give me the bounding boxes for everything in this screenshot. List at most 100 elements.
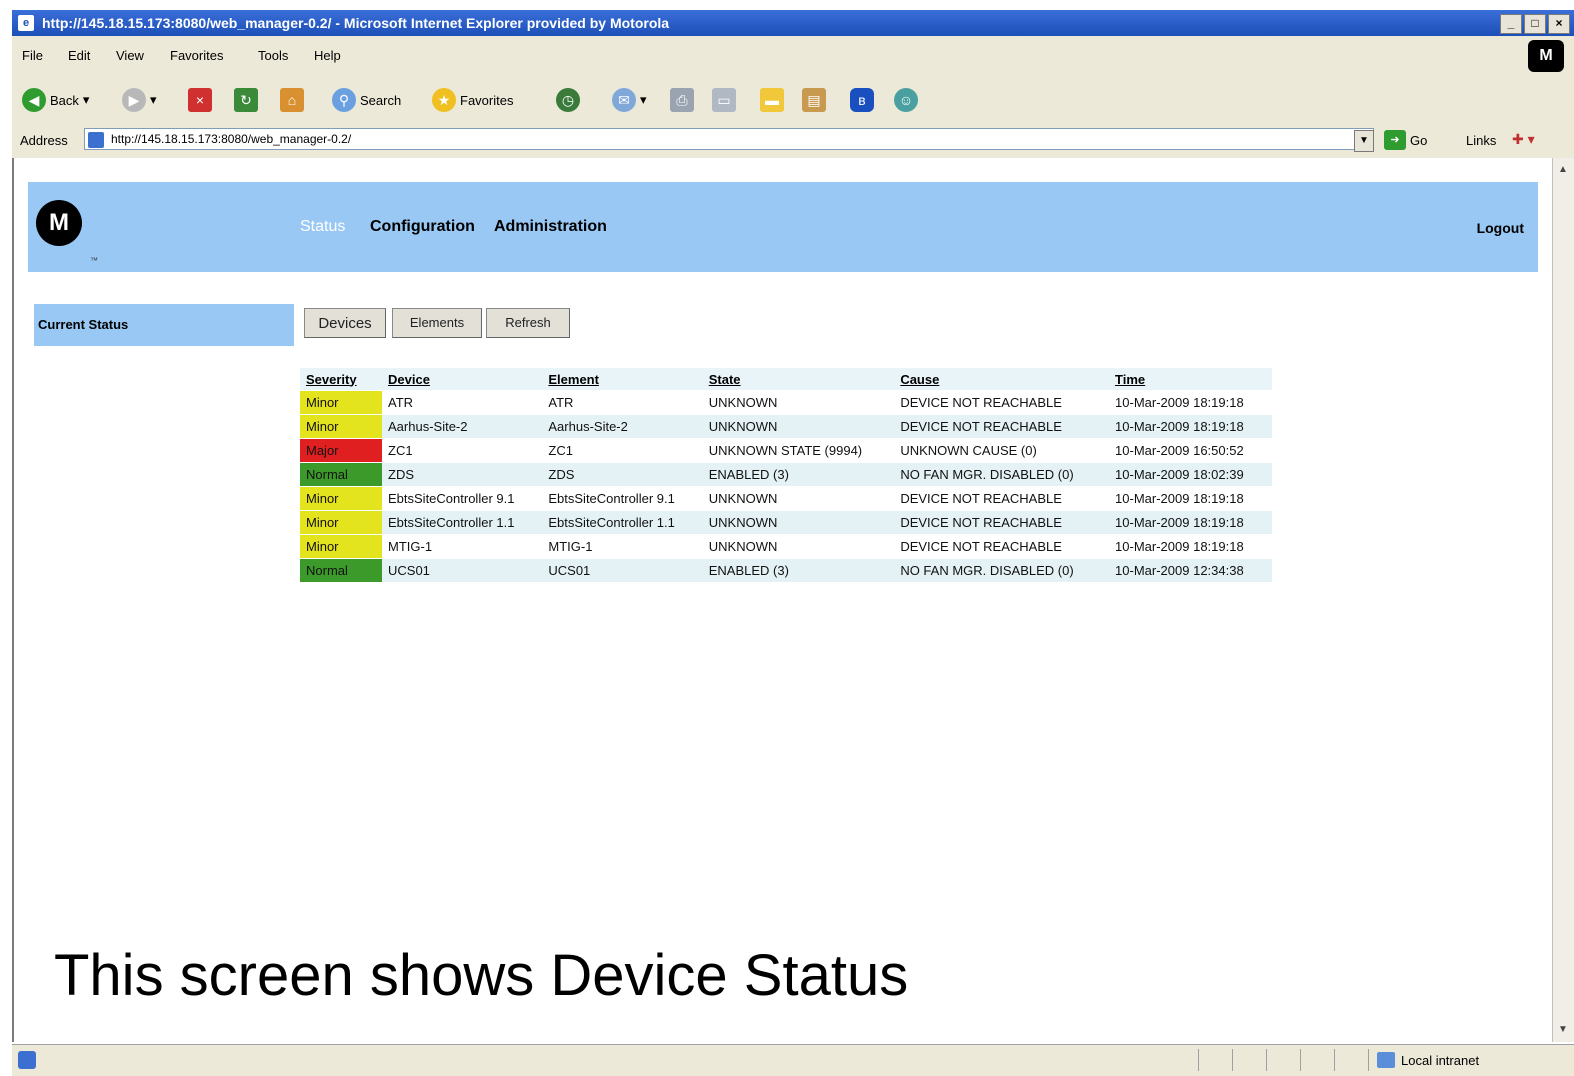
- cell-state: UNKNOWN: [702, 414, 895, 439]
- status-pane: [1266, 1049, 1297, 1071]
- back-button[interactable]: ◀ Back ▾: [22, 86, 89, 114]
- messenger-icon: ☺: [894, 88, 918, 112]
- cell-cause: DEVICE NOT REACHABLE: [894, 390, 1110, 415]
- cell-device: ZDS: [382, 462, 543, 487]
- cell-element: ZC1: [542, 438, 703, 463]
- app-header: M ™ Status Configuration Administration …: [28, 182, 1538, 272]
- cell-element: ATR: [542, 390, 703, 415]
- cell-cause: DEVICE NOT REACHABLE: [894, 534, 1110, 559]
- search-icon: ⚲: [332, 88, 356, 112]
- history-button[interactable]: ◷: [556, 86, 580, 114]
- cell-device: ZC1: [382, 438, 543, 463]
- motorola-brand-icon: M: [1528, 40, 1564, 72]
- folder-button[interactable]: ▬: [760, 86, 784, 114]
- research-button[interactable]: ▤: [802, 86, 826, 114]
- scroll-up-icon[interactable]: ▲: [1555, 162, 1571, 178]
- cell-severity: Minor: [300, 414, 382, 439]
- cell-element: MTIG-1: [542, 534, 703, 559]
- cell-device: EbtsSiteController 1.1: [382, 510, 543, 535]
- cell-severity: Minor: [300, 390, 382, 415]
- print-icon: ⎙: [670, 88, 694, 112]
- menu-tools[interactable]: Tools: [258, 48, 288, 63]
- edit-button[interactable]: ▭: [712, 86, 736, 114]
- research-icon: ▤: [802, 88, 826, 112]
- search-button[interactable]: ⚲ Search: [332, 86, 401, 114]
- go-arrow-icon: ➜: [1384, 130, 1406, 150]
- cell-time: 10-Mar-2009 18:19:18: [1109, 390, 1272, 415]
- cell-device: UCS01: [382, 558, 543, 582]
- window-title: http://145.18.15.173:8080/web_manager-0.…: [42, 15, 670, 31]
- logout-link[interactable]: Logout: [1477, 220, 1524, 236]
- elements-button[interactable]: Elements: [392, 308, 482, 338]
- folder-icon: ▬: [760, 88, 784, 112]
- maximize-button[interactable]: □: [1524, 14, 1546, 34]
- cell-severity: Minor: [300, 486, 382, 511]
- column-header-time[interactable]: Time: [1109, 368, 1272, 391]
- cell-time: 10-Mar-2009 12:34:38: [1109, 558, 1272, 582]
- nav-administration[interactable]: Administration: [494, 218, 607, 236]
- forward-dropdown-icon: ▾: [150, 92, 157, 107]
- column-header-cause[interactable]: Cause: [894, 368, 1109, 391]
- cell-cause: NO FAN MGR. DISABLED (0): [894, 558, 1110, 582]
- stop-button[interactable]: ×: [188, 86, 212, 114]
- cell-device: MTIG-1: [382, 534, 543, 559]
- column-header-device[interactable]: Device: [382, 368, 542, 391]
- column-header-element[interactable]: Element: [542, 368, 702, 391]
- vertical-scrollbar[interactable]: ▲ ▼: [1552, 158, 1574, 1042]
- bluetooth-button[interactable]: ʙ: [850, 86, 874, 114]
- menu-help[interactable]: Help: [314, 48, 341, 63]
- menu-favorites[interactable]: Favorites: [170, 48, 223, 63]
- address-input[interactable]: [84, 128, 1374, 150]
- cell-state: UNKNOWN: [702, 510, 895, 535]
- column-header-state[interactable]: State: [703, 368, 895, 391]
- security-zone: Local intranet: [1368, 1049, 1479, 1071]
- table-row: Normal ZDS ZDS ENABLED (3) NO FAN MGR. DISAB…: [300, 462, 1272, 487]
- menu-edit[interactable]: Edit: [68, 48, 90, 63]
- nav-status[interactable]: Status: [300, 218, 345, 236]
- cell-time: 10-Mar-2009 18:19:18: [1109, 534, 1272, 559]
- home-button[interactable]: ⌂: [280, 86, 304, 114]
- cell-time: 10-Mar-2009 18:02:39: [1109, 462, 1272, 487]
- devices-button[interactable]: Devices: [304, 308, 386, 338]
- cell-severity: Normal: [300, 558, 382, 582]
- cell-state: UNKNOWN: [702, 486, 895, 511]
- table-row: Normal UCS01 UCS01 ENABLED (3) NO FAN MGR. D…: [300, 558, 1272, 582]
- nav-configuration[interactable]: Configuration: [370, 218, 475, 236]
- cell-severity: Minor: [300, 534, 382, 559]
- scroll-down-icon[interactable]: ▼: [1555, 1022, 1571, 1038]
- print-button[interactable]: ⎙: [670, 86, 694, 114]
- cell-state: UNKNOWN STATE (9994): [702, 438, 895, 463]
- cell-time: 10-Mar-2009 16:50:52: [1109, 438, 1272, 463]
- close-button[interactable]: ×: [1548, 14, 1570, 34]
- bluetooth-icon: ʙ: [850, 88, 874, 112]
- cell-time: 10-Mar-2009 18:19:18: [1109, 414, 1272, 439]
- sidebar-item-label: Current Status: [38, 317, 129, 332]
- links-chevron-icon[interactable]: ✚ ▾: [1512, 131, 1535, 148]
- address-bar: Address ▼ ➜ Go Links ✚ ▾: [12, 124, 1574, 159]
- intranet-icon: [1377, 1052, 1395, 1068]
- table-row: Minor MTIG-1 MTIG-1 UNKNOWN DEVICE NOT REACH…: [300, 534, 1272, 559]
- messenger-button[interactable]: ☺: [894, 86, 918, 114]
- window-title-bar[interactable]: e http://145.18.15.173:8080/web_manager-…: [12, 10, 1574, 36]
- cell-state: UNKNOWN: [702, 390, 895, 415]
- menu-file[interactable]: File: [22, 48, 43, 63]
- stop-icon: ×: [188, 88, 212, 112]
- ie-icon: e: [18, 15, 34, 31]
- home-icon: ⌂: [280, 88, 304, 112]
- mail-button[interactable]: ✉ ▾: [612, 86, 647, 114]
- refresh-page-button[interactable]: ↻: [234, 86, 258, 114]
- forward-button[interactable]: ▶ ▾: [122, 86, 157, 114]
- address-dropdown-icon[interactable]: ▼: [1354, 130, 1374, 152]
- menu-view[interactable]: View: [116, 48, 144, 63]
- cell-severity: Normal: [300, 462, 382, 487]
- page-content: [12, 158, 1554, 1042]
- device-status-table: Severity Device Element State Cause Time…: [300, 368, 1272, 582]
- table-row: Minor ATR ATR UNKNOWN DEVICE NOT REACHABLE 10…: [300, 390, 1272, 415]
- go-button[interactable]: ➜ Go: [1384, 130, 1427, 150]
- links-button[interactable]: Links: [1466, 133, 1496, 148]
- favorites-button[interactable]: ★ Favorites: [432, 86, 513, 114]
- sidebar-item-current-status[interactable]: Current Status: [34, 304, 294, 346]
- column-header-severity[interactable]: Severity: [300, 368, 382, 391]
- minimize-button[interactable]: _: [1500, 14, 1522, 34]
- refresh-button[interactable]: Refresh: [486, 308, 570, 338]
